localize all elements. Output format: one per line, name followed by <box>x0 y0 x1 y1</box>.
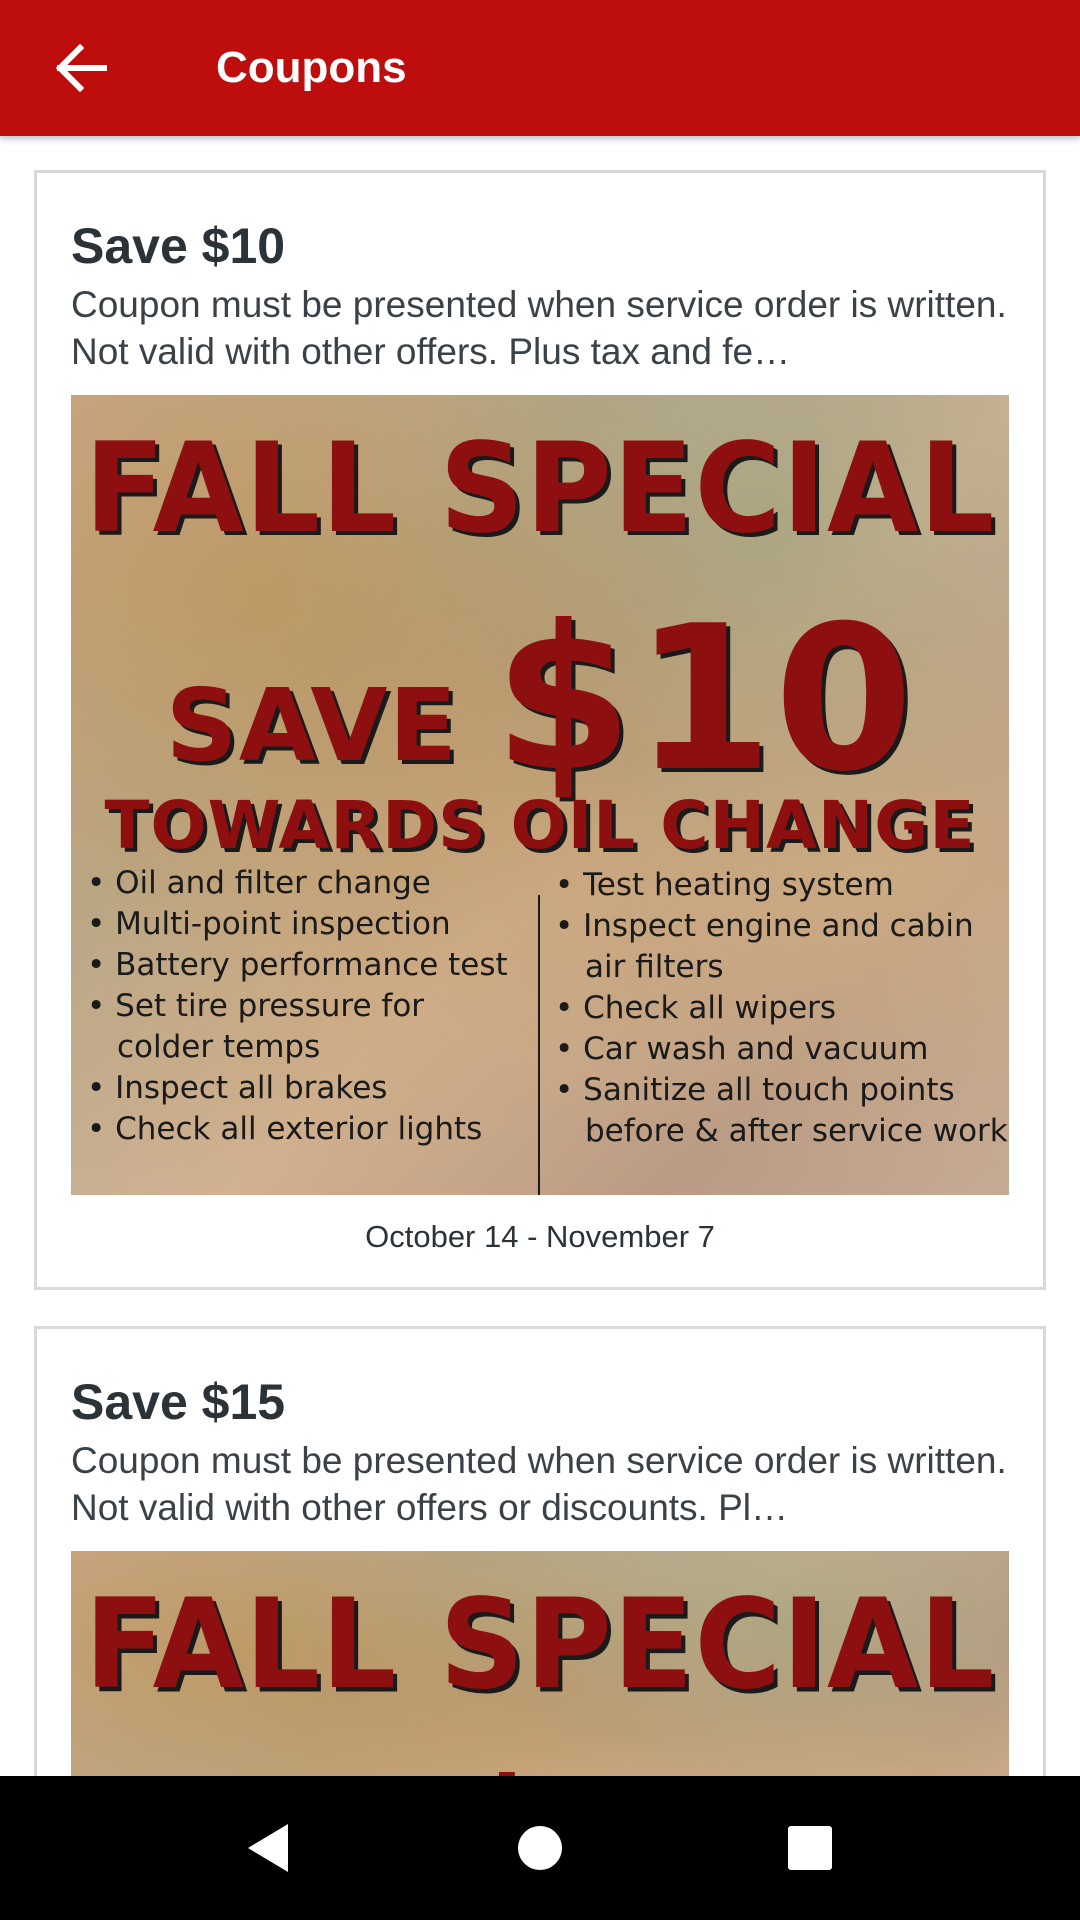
arrow-left-icon <box>56 44 107 92</box>
system-nav-bar <box>0 1776 1080 1920</box>
image-save-amount: $10 <box>493 583 915 816</box>
nav-home-circle-icon <box>518 1826 562 1870</box>
image-list-item: • Battery performance test <box>87 947 508 983</box>
image-list-item: • Sanitize all touch points <box>555 1072 955 1108</box>
coupon-image[interactable]: FALL SPECIAL $15 <box>71 1551 1009 1776</box>
image-right-list: • Test heating system • Inspect engine a… <box>555 865 1008 1152</box>
image-list-item: colder temps <box>117 1029 321 1065</box>
image-list-item: • Inspect all brakes <box>87 1070 388 1106</box>
image-list-item: • Inspect engine and cabin <box>555 908 974 944</box>
image-save-line: $15 <box>71 1739 1009 1776</box>
nav-home-button[interactable] <box>480 1776 600 1920</box>
image-list-item: • Check all wipers <box>555 990 837 1026</box>
coupon-title: Save $10 <box>71 218 286 274</box>
image-list-item: air filters <box>585 949 724 985</box>
coupon-card[interactable]: Save $15 Coupon must be presented when s… <box>34 1326 1046 1776</box>
image-save-word: SAVE <box>165 667 459 784</box>
image-list-item: • Check all exterior lights <box>87 1111 483 1147</box>
image-save-line: SAVE $10 <box>71 583 1009 816</box>
coupon-list[interactable]: Save $10 Coupon must be presented when s… <box>0 136 1080 1776</box>
image-subheadline: TOWARDS OIL CHANGE <box>104 787 976 864</box>
image-divider <box>538 895 540 1195</box>
page-title: Coupons <box>216 43 407 92</box>
nav-back-triangle-icon <box>248 1824 288 1872</box>
nav-recents-button[interactable] <box>750 1776 870 1920</box>
coupon-description: Coupon must be presented when service or… <box>71 1440 1007 1528</box>
coupon-dates: October 14 - November 7 <box>365 1219 715 1254</box>
image-list-item: • Test heating system <box>555 867 894 903</box>
coupon-image[interactable]: FALL SPECIAL SAVE $10 TOWARDS OIL CHANGE… <box>71 395 1009 1195</box>
image-list-item: • Multi-point inspection <box>87 906 451 942</box>
coupon-title: Save $15 <box>71 1374 286 1430</box>
nav-back-button[interactable] <box>208 1776 328 1920</box>
image-list-item: • Set tire pressure for <box>87 988 425 1024</box>
image-headline: FALL SPECIAL <box>84 415 996 561</box>
coupon-card[interactable]: Save $10 Coupon must be presented when s… <box>34 170 1046 1290</box>
coupon-description: Coupon must be presented when service or… <box>71 284 1007 372</box>
image-list-item: before & after service work <box>585 1113 1008 1149</box>
image-headline: FALL SPECIAL <box>84 1571 996 1717</box>
nav-recents-square-icon <box>788 1826 832 1870</box>
image-list-item: • Car wash and vacuum <box>555 1031 929 1067</box>
image-left-list: • Oil and filter change • Multi-point in… <box>87 863 527 1150</box>
app-bar: Coupons <box>0 0 1080 136</box>
back-button[interactable] <box>52 38 112 98</box>
image-list-item: • Oil and filter change <box>87 865 431 901</box>
image-save-amount: $15 <box>437 1739 857 1776</box>
